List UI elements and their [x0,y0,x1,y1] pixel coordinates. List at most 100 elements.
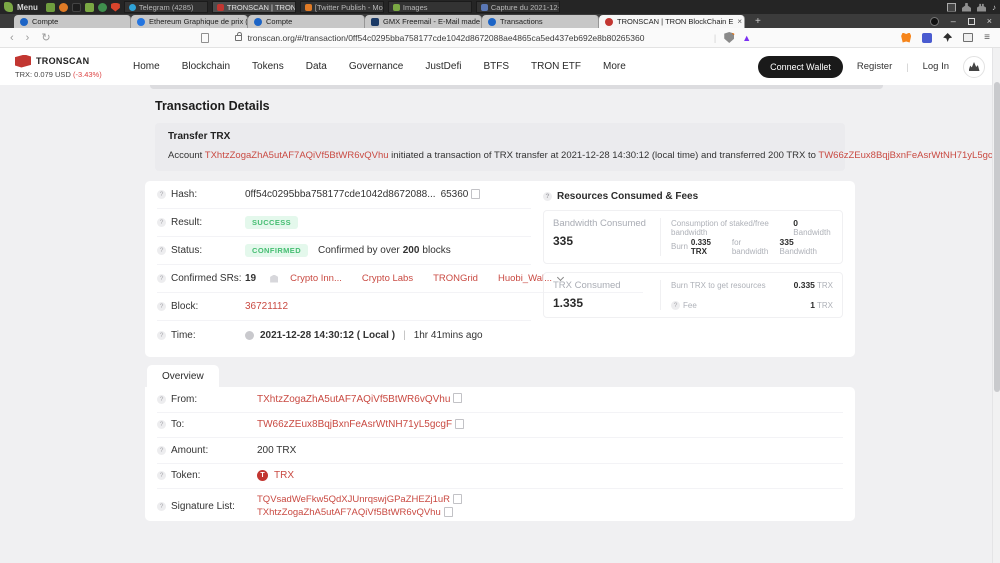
tab-compte-2[interactable]: Compte [248,15,365,28]
language-button[interactable] [963,56,985,78]
forward-button[interactable]: › [26,32,30,44]
signature-link-2[interactable]: TXhtzZogaZhA5utAF7AQiVf5BtWR6vQVhu [257,507,441,518]
help-icon[interactable]: ? [157,420,166,429]
hash-suffix: 65360 [441,189,469,200]
token-link[interactable]: TRX [274,470,294,481]
summary-title: Transfer TRX [168,131,832,142]
to-row: ?To: TW66zZEux8BqjBxnFeAsrWtNH71yL5gcgF [157,413,843,439]
menu-button[interactable]: Menu [17,3,38,12]
music-tray-icon[interactable]: ♪ [992,3,996,12]
resources-title: Resources Consumed & Fees [557,191,698,202]
help-icon[interactable]: ? [157,446,166,455]
help-icon[interactable]: ? [157,502,166,511]
display-tray-icon[interactable] [947,3,956,12]
tab-compte-1[interactable]: Compte [14,15,131,28]
nav-btfs[interactable]: BTFS [483,61,509,72]
taskbar-window-tronscan[interactable]: TRONSCAN | TRON ... [212,1,296,13]
from-address-link[interactable]: TXhtzZogaZhA5utAF7AQiVf5BtWR6vQVhu [205,150,389,161]
copy-icon[interactable] [446,509,453,517]
tab-tronscan-active[interactable]: TRONSCAN | TRON BlockChain E× [599,15,745,28]
user-tray-icon[interactable] [962,3,971,12]
help-icon[interactable]: ? [157,331,166,340]
back-button[interactable]: ‹ [10,32,14,44]
help-icon[interactable]: ? [157,274,166,283]
hash-row: ?Hash: 0ff54c0295bba758177cde1042d867208… [157,181,531,209]
tab-search-icon[interactable] [201,33,209,43]
reload-button[interactable]: ↻ [41,31,50,44]
tab-overview[interactable]: Overview [147,365,219,387]
close-window-button[interactable]: × [987,16,992,26]
scrollbar-thumb[interactable] [994,82,1000,392]
sr-link-2[interactable]: Crypto Labs [362,273,413,284]
nav-tokens[interactable]: Tokens [252,61,284,72]
browser-launcher-icon[interactable] [59,3,68,12]
nav-justdefi[interactable]: JustDefi [425,61,461,72]
help-icon[interactable]: ? [543,192,552,201]
sidebar-extension-icon[interactable] [963,33,973,42]
users-tray-icon[interactable] [977,3,986,12]
help-icon[interactable]: ? [157,190,166,199]
sr-link-3[interactable]: TRONGrid [433,273,478,284]
block-link[interactable]: 36721112 [245,301,288,312]
nav-tron-etf[interactable]: TRON ETF [531,61,581,72]
register-link[interactable]: Register [857,61,892,72]
help-icon[interactable]: ? [157,395,166,404]
taskbar-window-twitter[interactable]: [Twitter Publish - Mo... [300,1,384,13]
copy-icon[interactable] [455,395,462,403]
nav-governance[interactable]: Governance [349,61,403,72]
nav-more[interactable]: More [603,61,626,72]
tronlink-extension-icon[interactable] [922,33,932,43]
new-tab-button[interactable]: + [755,16,761,27]
network-globe-icon[interactable] [98,3,107,12]
address-bar[interactable]: tronscan.org/#/transaction/0ff54c0295bba… [248,33,645,43]
login-link[interactable]: Log In [923,61,949,72]
distro-logo-icon[interactable] [4,2,13,12]
help-icon[interactable]: ? [157,218,166,227]
nav-data[interactable]: Data [306,61,327,72]
purple-triangle-extension-icon[interactable]: ▲ [742,33,751,43]
tab-close-icon[interactable]: × [737,17,742,26]
help-icon[interactable]: ? [157,302,166,311]
to-address-link[interactable]: TW66zZEux8BqjBxnFeAsrWtNH71yL5gcgF [818,150,1000,161]
taskbar-window-images[interactable]: Images [388,1,472,13]
taskbar-window-capture[interactable]: Capture du 2021-12-... [476,1,560,13]
copy-icon[interactable] [455,496,462,504]
signature-link-1[interactable]: TQVsadWeFkw5QdXJUnrqswjGPaZHEZj1uR [257,494,450,505]
copy-icon[interactable] [473,191,480,199]
tab-transactions[interactable]: Transactions [482,15,599,28]
browser-menu-icon[interactable]: ≡ [984,32,990,43]
nav-home[interactable]: Home [133,61,160,72]
from-address-link[interactable]: TXhtzZogaZhA5utAF7AQiVf5BtWR6vQVhu [257,394,450,405]
bandwidth-label: Bandwidth Consumed [553,218,660,229]
metamask-icon[interactable] [901,33,911,43]
record-icon[interactable] [930,17,939,26]
copy-icon[interactable] [457,421,464,429]
tab-ethereum-chart[interactable]: Ethereum Graphique de prix (ETH) [131,15,248,28]
time-row: ?Time: 2021-12-28 14:30:12 ( Local ) | 1… [157,321,531,349]
restore-button[interactable] [968,18,975,25]
tronscan-logo[interactable]: TRONSCAN TRX: 0.079 USD (-3.43%) [15,55,115,79]
help-icon[interactable]: ? [157,471,166,480]
sr-link-1[interactable]: Crypto Inn... [290,273,342,284]
taskbar-window-telegram[interactable]: Telegram (4285) [124,1,208,13]
connect-wallet-button[interactable]: Connect Wallet [758,56,843,78]
terminal-icon[interactable] [46,3,55,12]
nav-blockchain[interactable]: Blockchain [182,61,230,72]
brave-icon[interactable] [111,3,120,12]
adblock-extension-icon[interactable] [724,32,734,43]
to-address-link[interactable]: TW66zZEux8BqjBxnFeAsrWtNH71yL5gcgF [257,419,452,430]
tab-favicon [137,18,145,26]
page-title: Transaction Details [155,99,270,113]
help-icon[interactable]: ? [157,246,166,255]
status-row: ?Status: CONFIRMED Confirmed by over 200… [157,237,531,265]
page-scrollbar[interactable] [992,48,1000,563]
lock-icon[interactable] [235,35,242,41]
tab-gmx-freemail[interactable]: GMX Freemail - E-Mail made in Ger... [365,15,482,28]
files-icon[interactable] [85,3,94,12]
help-icon[interactable]: ? [671,301,680,310]
extensions-pin-icon[interactable] [943,33,952,42]
extension-badge [732,30,737,35]
dark-app-icon[interactable] [72,3,81,12]
tronscan-favicon [605,18,613,26]
minimize-button[interactable]: – [951,16,956,26]
